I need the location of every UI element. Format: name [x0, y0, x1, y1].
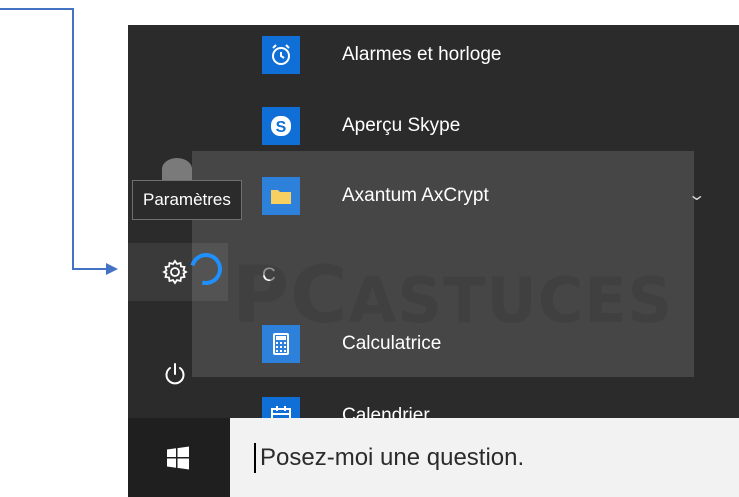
connector-line-bottom: [72, 268, 108, 270]
app-item-alarmes[interactable]: Alarmes et horloge: [228, 26, 708, 84]
watermark-logo: PCASTUCES: [232, 251, 674, 341]
taskbar: [128, 418, 739, 497]
skype-icon: S: [262, 107, 300, 145]
connector-line-top: [0, 8, 74, 10]
settings-tooltip: Paramètres: [132, 180, 242, 220]
alarm-clock-icon: [262, 36, 300, 74]
search-box[interactable]: [230, 418, 739, 497]
app-label: Alarmes et horloge: [342, 44, 502, 65]
avatar[interactable]: [162, 158, 192, 180]
gear-icon: [162, 259, 188, 285]
connector-arrowhead: [106, 263, 118, 275]
app-item-skype[interactable]: S Aperçu Skype: [228, 97, 708, 155]
power-icon: [165, 363, 185, 385]
app-label: Aperçu Skype: [342, 115, 461, 136]
windows-logo-icon: [167, 446, 189, 469]
start-button[interactable]: [128, 418, 228, 497]
search-input[interactable]: [258, 442, 702, 473]
svg-text:S: S: [276, 119, 287, 136]
text-cursor: [254, 442, 256, 473]
watermark: PCASTUCES: [192, 151, 694, 377]
connector-line-vertical: [72, 8, 74, 270]
start-menu: Paramètres Alarmes et horloge S Aperçu S…: [128, 25, 739, 497]
